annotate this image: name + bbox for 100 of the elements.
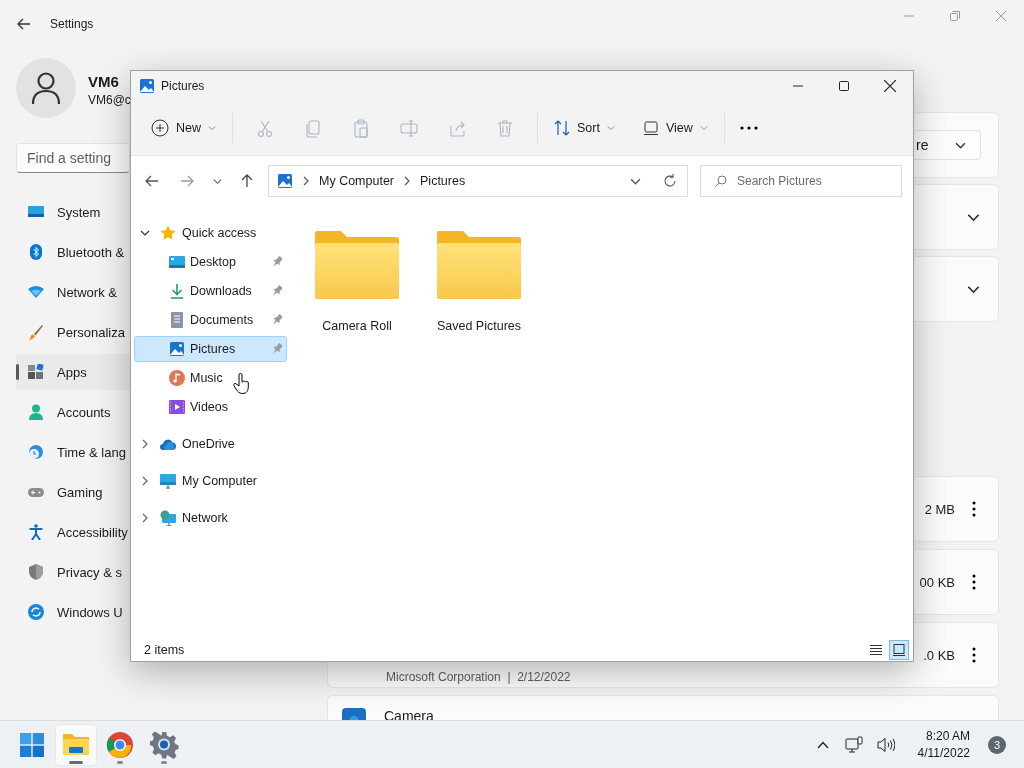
- address-bar[interactable]: My Computer Pictures: [268, 165, 688, 197]
- browser-icon: [105, 729, 135, 760]
- copy-icon: [304, 118, 322, 138]
- rename-icon: [400, 118, 418, 138]
- chevron-up-icon: [816, 740, 829, 749]
- nav-item[interactable]: Accounts: [16, 394, 130, 430]
- tiles-view-icon: [893, 644, 905, 656]
- caret-icon: [699, 124, 708, 132]
- chevron-right-icon[interactable]: [140, 439, 150, 449]
- person-icon: [31, 72, 61, 104]
- star-icon: [160, 225, 176, 241]
- app-size: .0 KB: [923, 647, 955, 663]
- close-icon: [884, 80, 896, 92]
- picture-icon: [277, 173, 293, 189]
- window-title: Settings: [50, 17, 94, 31]
- breadcrumb[interactable]: Pictures: [420, 174, 466, 188]
- nav-item[interactable]: Privacy & s: [16, 554, 130, 590]
- notification-badge[interactable]: 3: [988, 735, 1006, 754]
- close-icon: [996, 11, 1006, 21]
- breadcrumb[interactable]: My Computer: [319, 174, 395, 188]
- bluetooth-icon: [28, 244, 44, 260]
- folder-item[interactable]: Camera Roll: [297, 224, 417, 333]
- more-icon: [972, 501, 976, 517]
- taskbar-app[interactable]: [56, 724, 96, 765]
- view-toggle[interactable]: [889, 640, 909, 660]
- dropdown[interactable]: re: [914, 130, 981, 160]
- nav-item[interactable]: Windows U: [16, 594, 130, 630]
- chevron-right-icon[interactable]: [140, 476, 150, 486]
- user-email: VM6@c: [88, 93, 131, 107]
- tree-item[interactable]: Pictures: [134, 336, 287, 362]
- add-icon: [151, 119, 169, 137]
- app-details: Microsoft Corporation | 2/12/2022: [386, 670, 571, 684]
- view-button[interactable]: View: [634, 111, 716, 145]
- nav-item[interactable]: Gaming: [16, 474, 130, 510]
- sync-icon: [28, 604, 44, 620]
- chevron-right-icon[interactable]: [140, 513, 150, 523]
- more-icon: [739, 126, 758, 130]
- more-icon: [972, 647, 976, 663]
- volume-icon: [876, 736, 895, 753]
- nav-item[interactable]: Accessibility: [16, 514, 130, 550]
- network-icon: [844, 735, 863, 754]
- display-icon: [28, 204, 44, 220]
- folder-item[interactable]: Saved Pictures: [419, 224, 539, 333]
- nav-item[interactable]: Personaliza: [16, 314, 130, 350]
- nav-item[interactable]: Time & lang: [16, 434, 130, 470]
- picture-icon: [169, 341, 185, 357]
- monitor-icon: [160, 473, 176, 489]
- search-field[interactable]: Search Pictures: [700, 165, 902, 197]
- wifi-icon: [28, 284, 44, 300]
- network-icon: [160, 510, 176, 526]
- caret-icon: [606, 124, 615, 132]
- sort-button[interactable]: Sort: [546, 111, 623, 145]
- tree-item[interactable]: Documents: [134, 307, 287, 333]
- tree-item[interactable]: Downloads: [134, 278, 287, 304]
- tree-item[interactable]: Desktop: [134, 249, 287, 275]
- user-name: VM6: [88, 73, 120, 90]
- hand-cursor-icon: [233, 373, 251, 397]
- clock-date[interactable]: 4/11/2022: [917, 746, 970, 760]
- back-button[interactable]: [16, 16, 32, 32]
- tree-item[interactable]: Music: [134, 365, 287, 391]
- apps-icon: [28, 364, 44, 380]
- delete-icon: [496, 118, 514, 138]
- status-text: 2 items: [144, 643, 185, 657]
- clock-icon: [28, 444, 44, 460]
- app-size: 2 MB: [924, 501, 955, 517]
- maximize-icon: [839, 81, 849, 91]
- search-icon: [715, 175, 727, 187]
- picture-icon: [139, 78, 155, 94]
- folder-icon: [437, 231, 521, 301]
- document-icon: [169, 312, 185, 328]
- breadcrumb-separator-icon: [301, 176, 311, 186]
- details-view-icon: [870, 644, 882, 656]
- search-field[interactable]: Find a setting: [16, 143, 130, 173]
- nav-item[interactable]: System: [16, 194, 130, 230]
- nav-item[interactable]: Apps: [16, 354, 130, 390]
- tree-item[interactable]: Quick access: [134, 220, 287, 246]
- accessibility-icon: [28, 524, 44, 540]
- gear-icon: [149, 729, 179, 760]
- tree-item[interactable]: Videos: [134, 394, 287, 420]
- restore-icon: [950, 11, 960, 21]
- chevron-down-icon[interactable]: [140, 228, 150, 238]
- brush-icon: [28, 324, 44, 340]
- clock-time[interactable]: 8:20 AM: [925, 729, 970, 743]
- selection-indicator: [16, 364, 19, 380]
- new-button[interactable]: New: [143, 111, 224, 145]
- nav-item[interactable]: Bluetooth &: [16, 234, 130, 270]
- tree-item[interactable]: My Computer: [134, 468, 287, 494]
- more-icon: [972, 574, 976, 590]
- cut-icon: [256, 118, 274, 138]
- refresh-icon: [663, 174, 677, 188]
- nav-item[interactable]: Network &: [16, 274, 130, 310]
- window-title: Pictures: [161, 79, 205, 93]
- forward-arrow-icon: [179, 173, 195, 189]
- start-icon: [20, 732, 44, 757]
- shield-icon: [28, 564, 44, 580]
- tree-item[interactable]: Network: [134, 505, 287, 531]
- caret-icon: [208, 124, 216, 132]
- music-icon: [169, 370, 185, 386]
- back-arrow-icon: [16, 16, 32, 32]
- tree-item[interactable]: OneDrive: [134, 431, 287, 457]
